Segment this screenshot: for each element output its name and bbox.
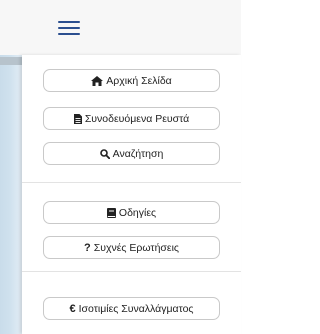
exchange-rates-button-label: Ισοτιμίες Συναλλάγματος [78, 302, 194, 315]
file-icon [73, 113, 82, 124]
side-menu-panel: Αρχική Σελίδα Συνοδευόμενα Ρευστά Αναζήτ… [22, 55, 241, 334]
faq-button[interactable]: ? Συχνές Ερωτήσεις [43, 236, 220, 259]
exchange-rates-button[interactable]: € Ισοτιμίες Συναλλάγματος [43, 297, 220, 320]
background-shade [0, 57, 22, 65]
faq-button-label: Συχνές Ερωτήσεις [93, 241, 179, 254]
hamburger-line [58, 21, 80, 23]
search-icon [99, 148, 110, 159]
accompanied-liquids-label: Συνοδευόμενα Ρευστά [84, 112, 190, 125]
home-button[interactable]: Αρχική Σελίδα [43, 69, 220, 92]
euro-icon: € [69, 302, 76, 315]
instructions-button-label: Οδηγίες [118, 206, 157, 219]
hamburger-line [58, 33, 80, 35]
search-button[interactable]: Αναζήτηση [43, 142, 220, 165]
hamburger-line [58, 27, 80, 29]
home-button-label: Αρχική Σελίδα [106, 74, 172, 87]
menu-divider [22, 271, 241, 272]
hamburger-menu-icon[interactable] [58, 19, 80, 37]
menu-divider [22, 182, 241, 183]
top-bar [0, 0, 241, 55]
accompanied-liquids-button[interactable]: Συνοδευόμενα Ρευστά [43, 107, 220, 130]
question-icon: ? [84, 241, 91, 254]
book-icon [106, 207, 116, 218]
home-icon [91, 75, 104, 86]
background-page [0, 55, 22, 334]
search-button-label: Αναζήτηση [112, 147, 164, 160]
instructions-button[interactable]: Οδηγίες [43, 201, 220, 224]
